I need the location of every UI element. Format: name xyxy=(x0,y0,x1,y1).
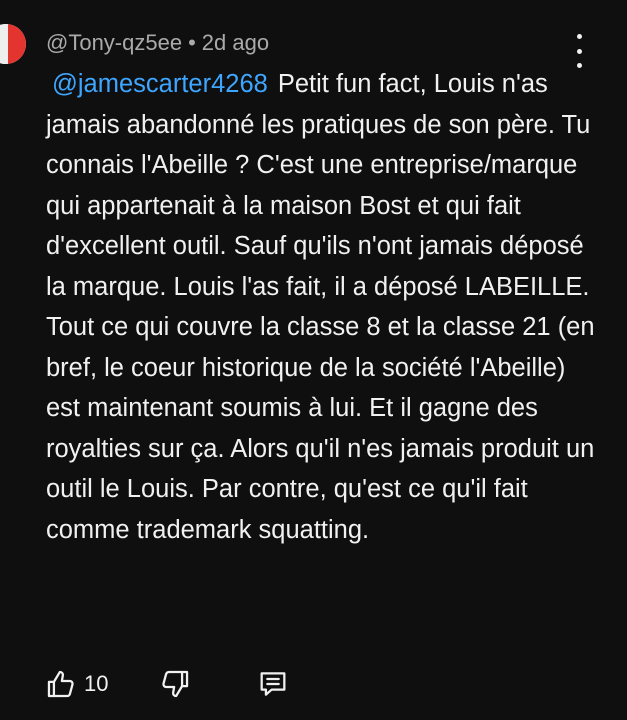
timestamp[interactable]: 2d ago xyxy=(202,30,269,55)
like-button[interactable]: 10 xyxy=(44,666,108,702)
more-vertical-icon[interactable] xyxy=(568,34,590,68)
comment-text: Petit fun fact, Louis n'as jamais abando… xyxy=(46,70,595,544)
author-name[interactable]: @Tony-qz5ee xyxy=(46,30,182,55)
mention-link[interactable]: @jamescarter4268 xyxy=(52,70,268,98)
comment-body: @jamescarter4268 Petit fun fact, Louis n'… xyxy=(46,64,606,550)
kebab-dot xyxy=(576,34,582,39)
thumb-down-icon xyxy=(162,670,189,698)
header-separator: • xyxy=(188,30,196,55)
like-count: 10 xyxy=(84,671,109,696)
comment-reply-icon xyxy=(260,672,286,696)
dislike-button[interactable] xyxy=(158,666,192,702)
thumb-up-icon xyxy=(47,670,74,698)
kebab-dot xyxy=(576,48,582,54)
avatar-flag-white xyxy=(0,24,8,64)
avatar[interactable] xyxy=(0,24,26,64)
avatar-flag-red xyxy=(8,24,26,64)
comment-actions: 10 xyxy=(44,666,344,702)
reply-button[interactable] xyxy=(256,666,290,702)
comment-header: @Tony-qz5ee • 2d ago xyxy=(46,30,269,56)
